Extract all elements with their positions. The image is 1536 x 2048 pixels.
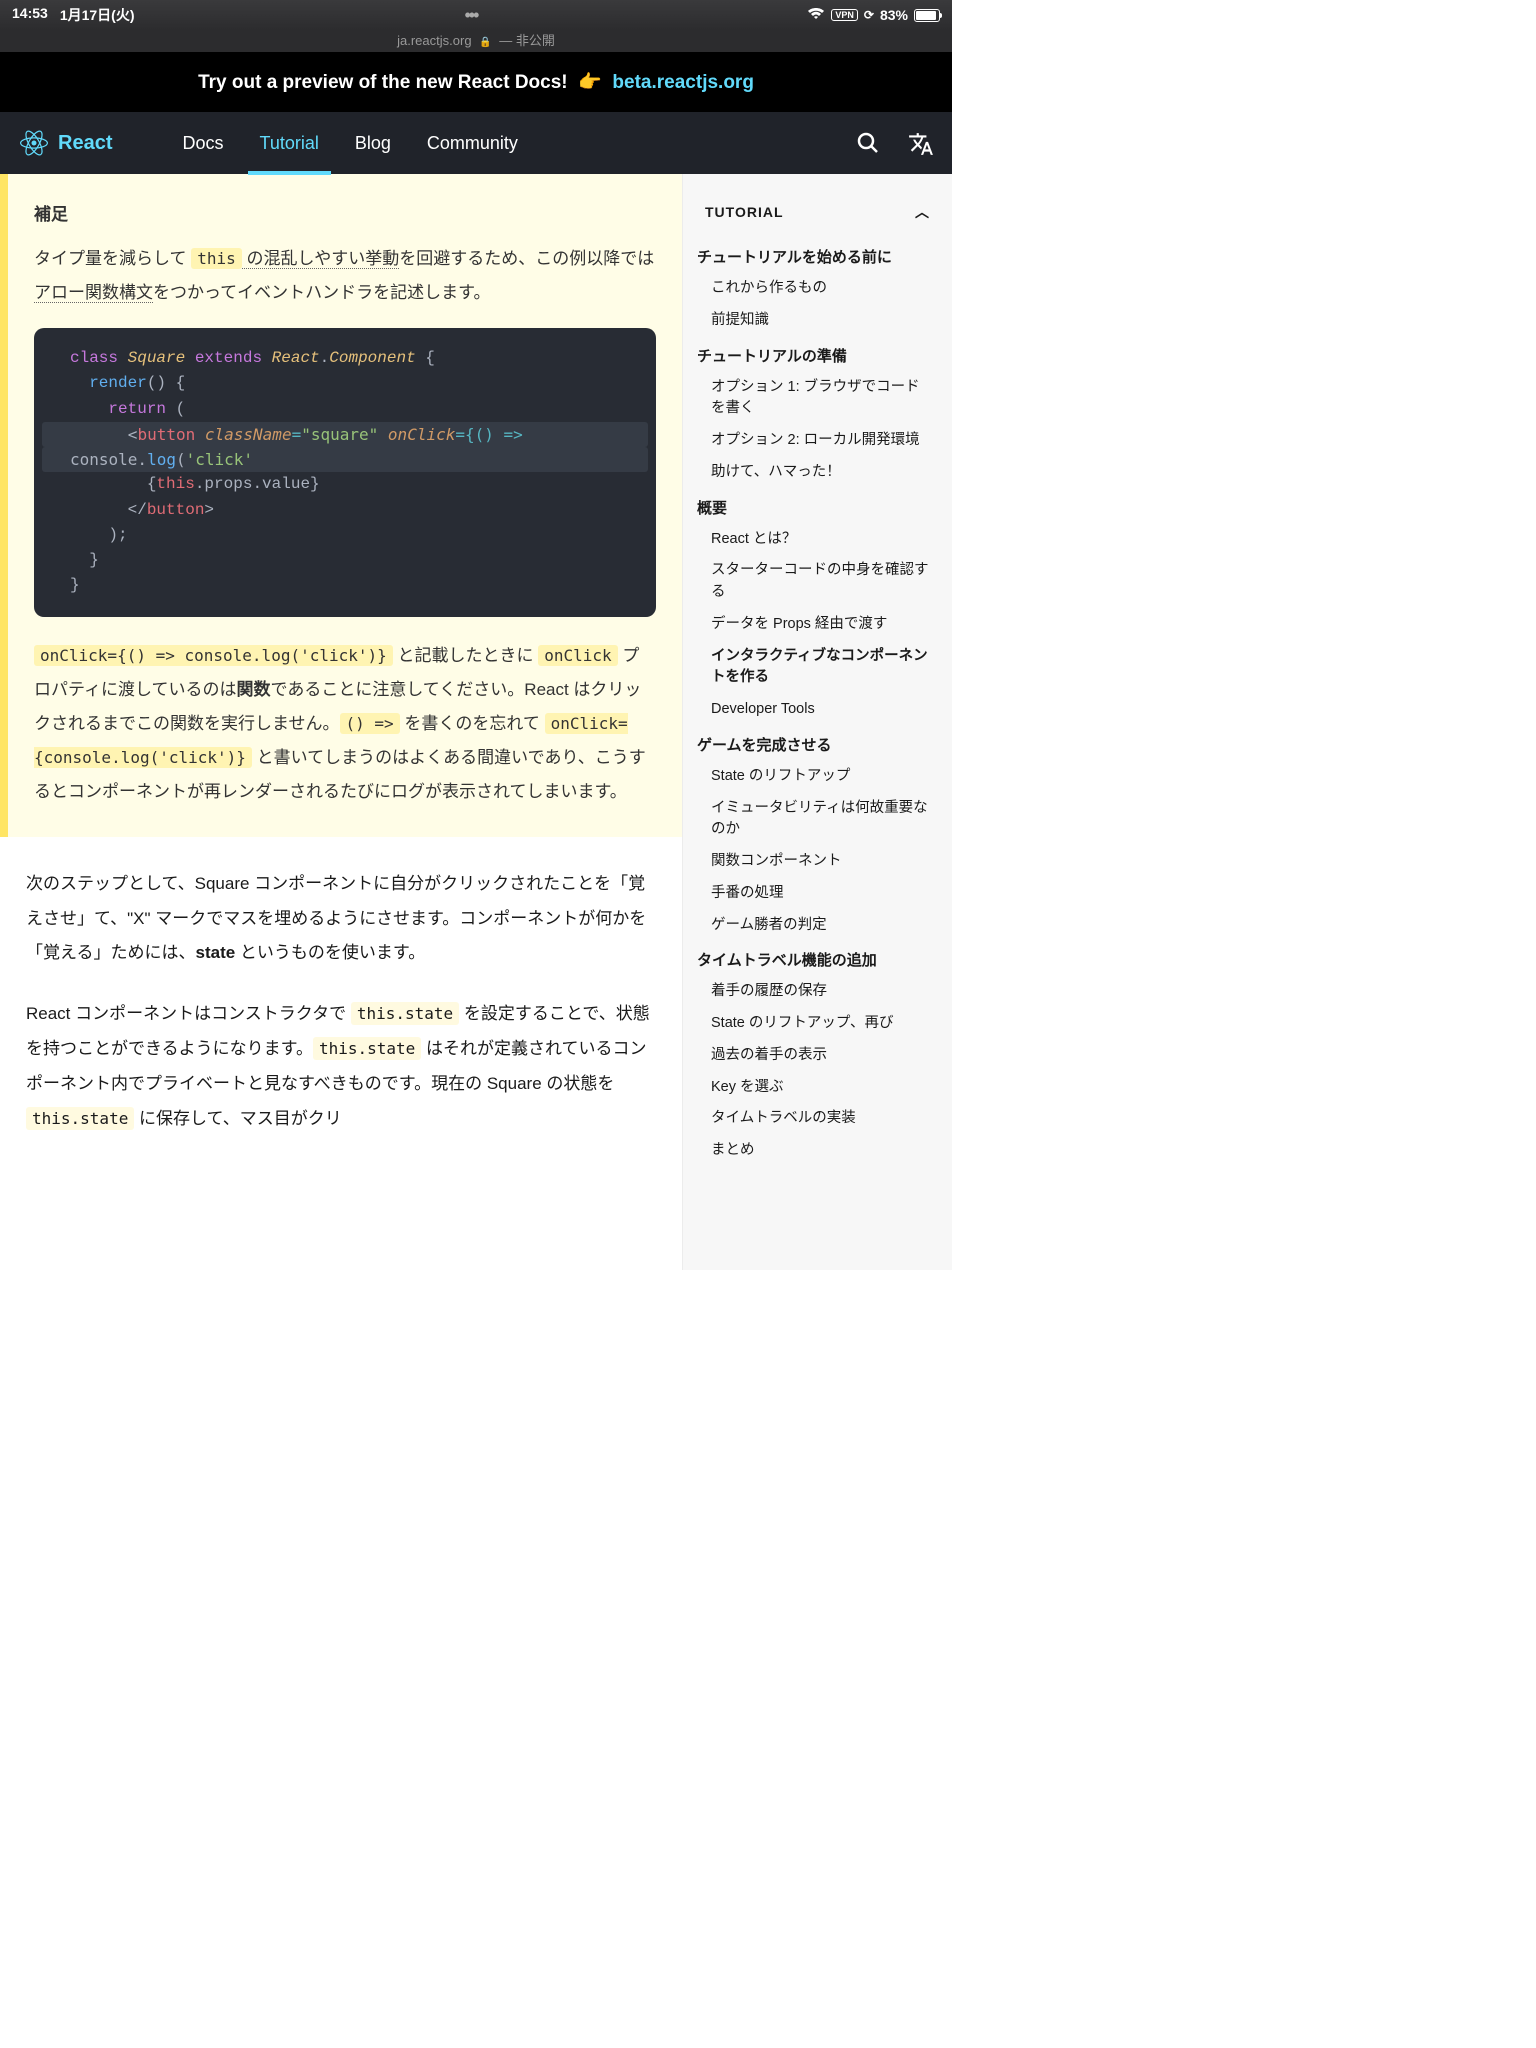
sidebar-item[interactable]: 関数コンポーネント	[683, 846, 952, 878]
code-this: this	[191, 248, 242, 269]
sidebar-item[interactable]: オプション 1: ブラウザでコードを書く	[683, 372, 952, 426]
sidebar-item[interactable]: スターターコードの中身を確認する	[683, 555, 952, 609]
sidebar-item[interactable]: まとめ	[683, 1135, 952, 1167]
sidebar-item[interactable]: 前提知識	[683, 305, 952, 337]
sidebar-item[interactable]: オプション 2: ローカル開発環境	[683, 425, 952, 457]
react-logo-icon[interactable]	[20, 129, 48, 157]
sidebar-item[interactable]: 助けて、ハマった！	[683, 457, 952, 489]
sidebar-item[interactable]: 手番の処理	[683, 878, 952, 910]
note-heading: 補足	[34, 198, 656, 232]
sidebar-section[interactable]: チュートリアルの準備	[683, 337, 952, 372]
battery-icon	[914, 9, 940, 22]
status-date: 1月17日(火)	[60, 5, 135, 25]
banner-text: Try out a preview of the new React Docs!	[198, 72, 568, 93]
sidebar-item[interactable]: タイムトラベルの実装	[683, 1103, 952, 1135]
status-bar: 14:53 1月17日(火) ••• VPN ⟳ 83%	[0, 0, 952, 30]
arrow-fn-link[interactable]: アロー関数構文	[34, 283, 153, 303]
sidebar-item[interactable]: State のリフトアップ	[683, 761, 952, 793]
banner-link[interactable]: beta.reactjs.org	[612, 72, 754, 93]
sidebar-item[interactable]: Key を選ぶ	[683, 1072, 952, 1104]
note-box: 補足 タイプ量を減らして this の混乱しやすい挙動を回避するため、この例以降…	[0, 174, 682, 837]
sidebar-item[interactable]: ゲーム勝者の判定	[683, 910, 952, 942]
point-right-icon: 👉	[578, 72, 602, 93]
sidebar: TUTORIAL ︿ チュートリアルを始める前にこれから作るもの前提知識チュート…	[682, 174, 952, 1270]
status-time: 14:53	[12, 5, 48, 25]
promo-banner[interactable]: Try out a preview of the new React Docs!…	[0, 52, 952, 112]
sidebar-item[interactable]: Developer Tools	[683, 694, 952, 726]
lock-icon: 🔒	[479, 37, 491, 48]
nav-links: Docs Tutorial Blog Community	[170, 113, 529, 174]
code-block: class Square extends React.Component { r…	[34, 328, 656, 617]
sidebar-section[interactable]: タイムトラベル機能の追加	[683, 941, 952, 976]
wifi-icon	[807, 7, 825, 23]
brand-name[interactable]: React	[58, 132, 112, 155]
search-icon[interactable]	[856, 131, 880, 155]
orientation-lock-icon: ⟳	[864, 8, 874, 22]
nav-blog[interactable]: Blog	[343, 113, 403, 174]
url-bar[interactable]: ja.reactjs.org 🔒 — 非公開	[0, 30, 952, 52]
url-domain: ja.reactjs.org	[397, 33, 471, 48]
nav-docs[interactable]: Docs	[170, 113, 235, 174]
note-paragraph-2: onClick={() => console.log('click')} と記載…	[34, 639, 656, 809]
sidebar-item[interactable]: インタラクティブなコンポーネントを作る	[683, 641, 952, 695]
main-content: 補足 タイプ量を減らして this の混乱しやすい挙動を回避するため、この例以降…	[0, 174, 682, 1270]
sidebar-item[interactable]: React とは？	[683, 524, 952, 556]
sidebar-item[interactable]: イミュータビリティは何故重要なのか	[683, 793, 952, 847]
vpn-badge: VPN	[831, 9, 858, 21]
language-icon[interactable]	[908, 131, 932, 155]
chevron-up-icon: ︿	[915, 202, 930, 222]
multitask-dots[interactable]: •••	[135, 5, 808, 26]
nav-community[interactable]: Community	[415, 113, 530, 174]
sidebar-section[interactable]: ゲームを完成させる	[683, 726, 952, 761]
battery-percent: 83%	[880, 7, 908, 23]
sidebar-item[interactable]: データを Props 経由で渡す	[683, 609, 952, 641]
body-paragraph-1: 次のステップとして、Square コンポーネントに自分がクリックされたことを「覚…	[26, 867, 656, 972]
main-nav: React Docs Tutorial Blog Community	[0, 112, 952, 174]
sidebar-item[interactable]: これから作るもの	[683, 273, 952, 305]
sidebar-item[interactable]: 過去の着手の表示	[683, 1040, 952, 1072]
body-paragraph-2: React コンポーネントはコンストラクタで this.state を設定するこ…	[26, 997, 656, 1136]
sidebar-section[interactable]: 概要	[683, 489, 952, 524]
url-privacy: — 非公開	[499, 33, 555, 48]
body-text: 次のステップとして、Square コンポーネントに自分がクリックされたことを「覚…	[0, 837, 682, 1137]
sidebar-section[interactable]: チュートリアルを始める前に	[683, 238, 952, 273]
sidebar-item[interactable]: 着手の履歴の保存	[683, 976, 952, 1008]
note-paragraph-1: タイプ量を減らして this の混乱しやすい挙動を回避するため、この例以降ではア…	[34, 242, 656, 310]
sidebar-header[interactable]: TUTORIAL ︿	[683, 202, 952, 238]
sidebar-item[interactable]: State のリフトアップ、再び	[683, 1008, 952, 1040]
nav-tutorial[interactable]: Tutorial	[248, 113, 331, 174]
